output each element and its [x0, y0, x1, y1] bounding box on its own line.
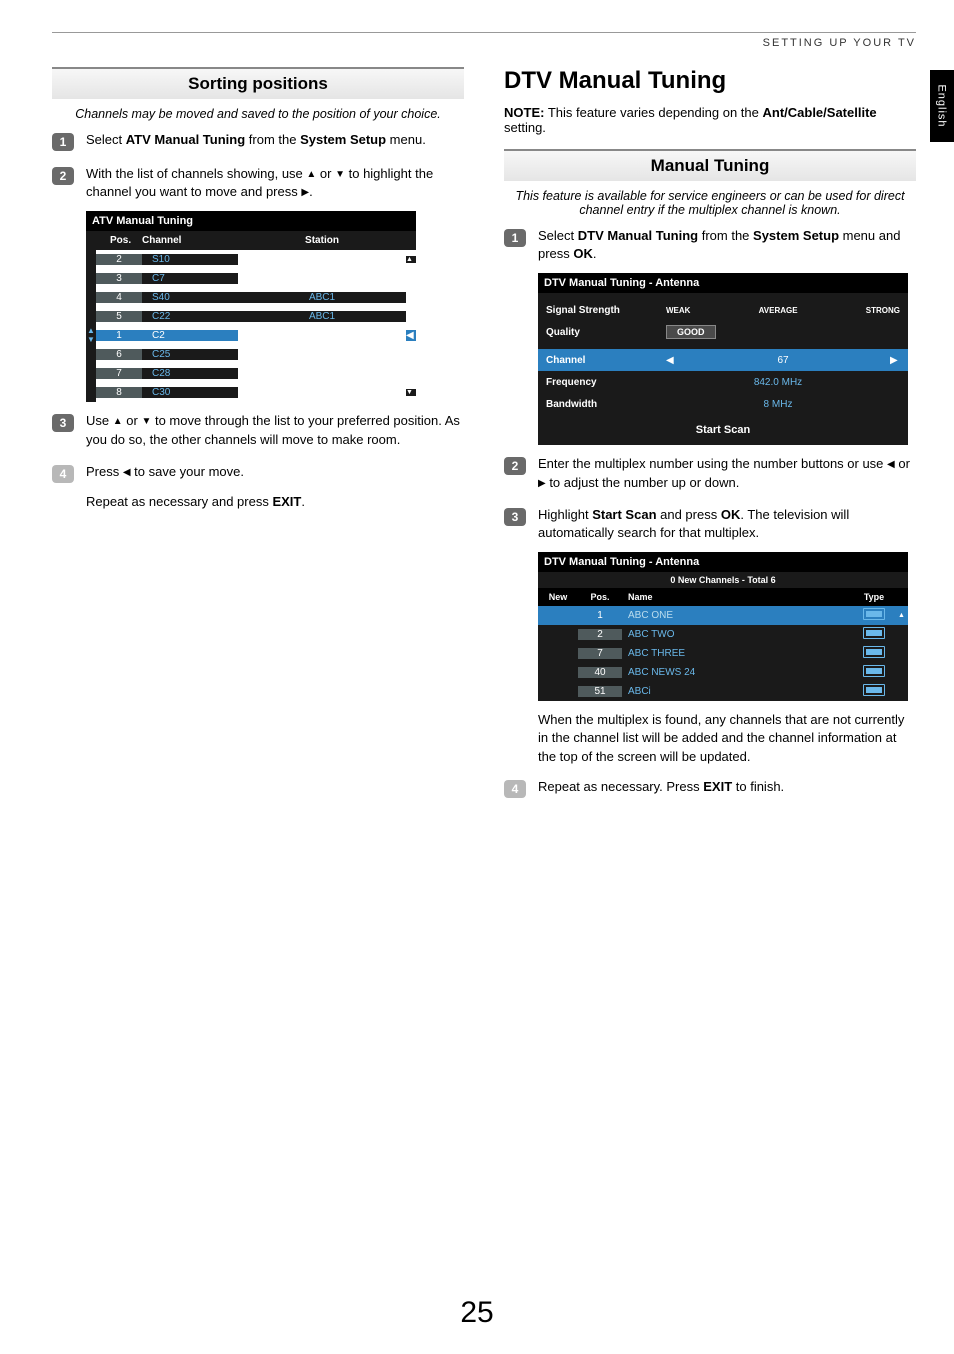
- section-heading-sorting: Sorting positions: [52, 67, 464, 99]
- tv-type-icon: [863, 665, 885, 677]
- step-text: Press ◀ to save your move. Repeat as nec…: [86, 463, 464, 511]
- right-icon: ▶: [301, 187, 309, 198]
- step-text: Repeat as necessary. Press EXIT to finis…: [538, 778, 916, 796]
- step-badge-4: 4: [504, 780, 526, 798]
- language-tab: English: [930, 70, 954, 142]
- section-heading-manual-tuning: Manual Tuning: [504, 149, 916, 181]
- tv-type-icon: [863, 627, 885, 639]
- step-badge-3: 3: [52, 414, 74, 432]
- left-icon: ◀: [666, 355, 676, 366]
- right-icon: ▶: [890, 355, 900, 366]
- page-header: SETTING UP YOUR TV: [52, 37, 916, 49]
- up-icon: ▲: [306, 169, 316, 180]
- tv-type-icon: [863, 608, 885, 620]
- step-text: With the list of channels showing, use ▲…: [86, 165, 464, 201]
- sort-handle-icon: ▲▼: [86, 326, 96, 345]
- tv-type-icon: [863, 684, 885, 696]
- down-icon: ▼: [141, 416, 151, 427]
- up-icon: ▲: [113, 416, 123, 427]
- tv-type-icon: [863, 646, 885, 658]
- step-text: Select ATV Manual Tuning from the System…: [86, 131, 464, 149]
- left-icon: ◀: [406, 330, 416, 341]
- step-badge-2: 2: [52, 167, 74, 185]
- step-badge-2: 2: [504, 457, 526, 475]
- found-text: When the multiplex is found, any channel…: [538, 711, 916, 766]
- step-badge-4: 4: [52, 465, 74, 483]
- left-icon: ◀: [123, 467, 131, 478]
- start-scan-button: Start Scan: [546, 421, 900, 439]
- down-icon: ▼: [335, 169, 345, 180]
- quality-badge: GOOD: [666, 325, 716, 339]
- page-number: 25: [0, 1296, 954, 1330]
- note-text: NOTE: This feature varies depending on t…: [504, 105, 916, 135]
- step-badge-1: 1: [504, 229, 526, 247]
- left-icon: ◀: [887, 459, 895, 470]
- main-heading: DTV Manual Tuning: [504, 67, 916, 95]
- osd-dtv-results: DTV Manual Tuning - Antenna 0 New Channe…: [538, 552, 908, 701]
- osd-dtv-tuning: DTV Manual Tuning - Antenna Signal Stren…: [538, 273, 908, 445]
- step-text: Enter the multiplex number using the num…: [538, 455, 916, 491]
- intro-text: This feature is available for service en…: [504, 189, 916, 227]
- step-text: Use ▲ or ▼ to move through the list to y…: [86, 412, 464, 448]
- osd-atv-tuning: ATV Manual Tuning Pos. Channel Station 2…: [86, 211, 416, 402]
- step-badge-3: 3: [504, 508, 526, 526]
- step-badge-1: 1: [52, 133, 74, 151]
- step-text: Highlight Start Scan and press OK. The t…: [538, 506, 916, 542]
- intro-text: Channels may be moved and saved to the p…: [52, 107, 464, 131]
- step-text: Select DTV Manual Tuning from the System…: [538, 227, 916, 263]
- right-icon: ▶: [538, 478, 546, 489]
